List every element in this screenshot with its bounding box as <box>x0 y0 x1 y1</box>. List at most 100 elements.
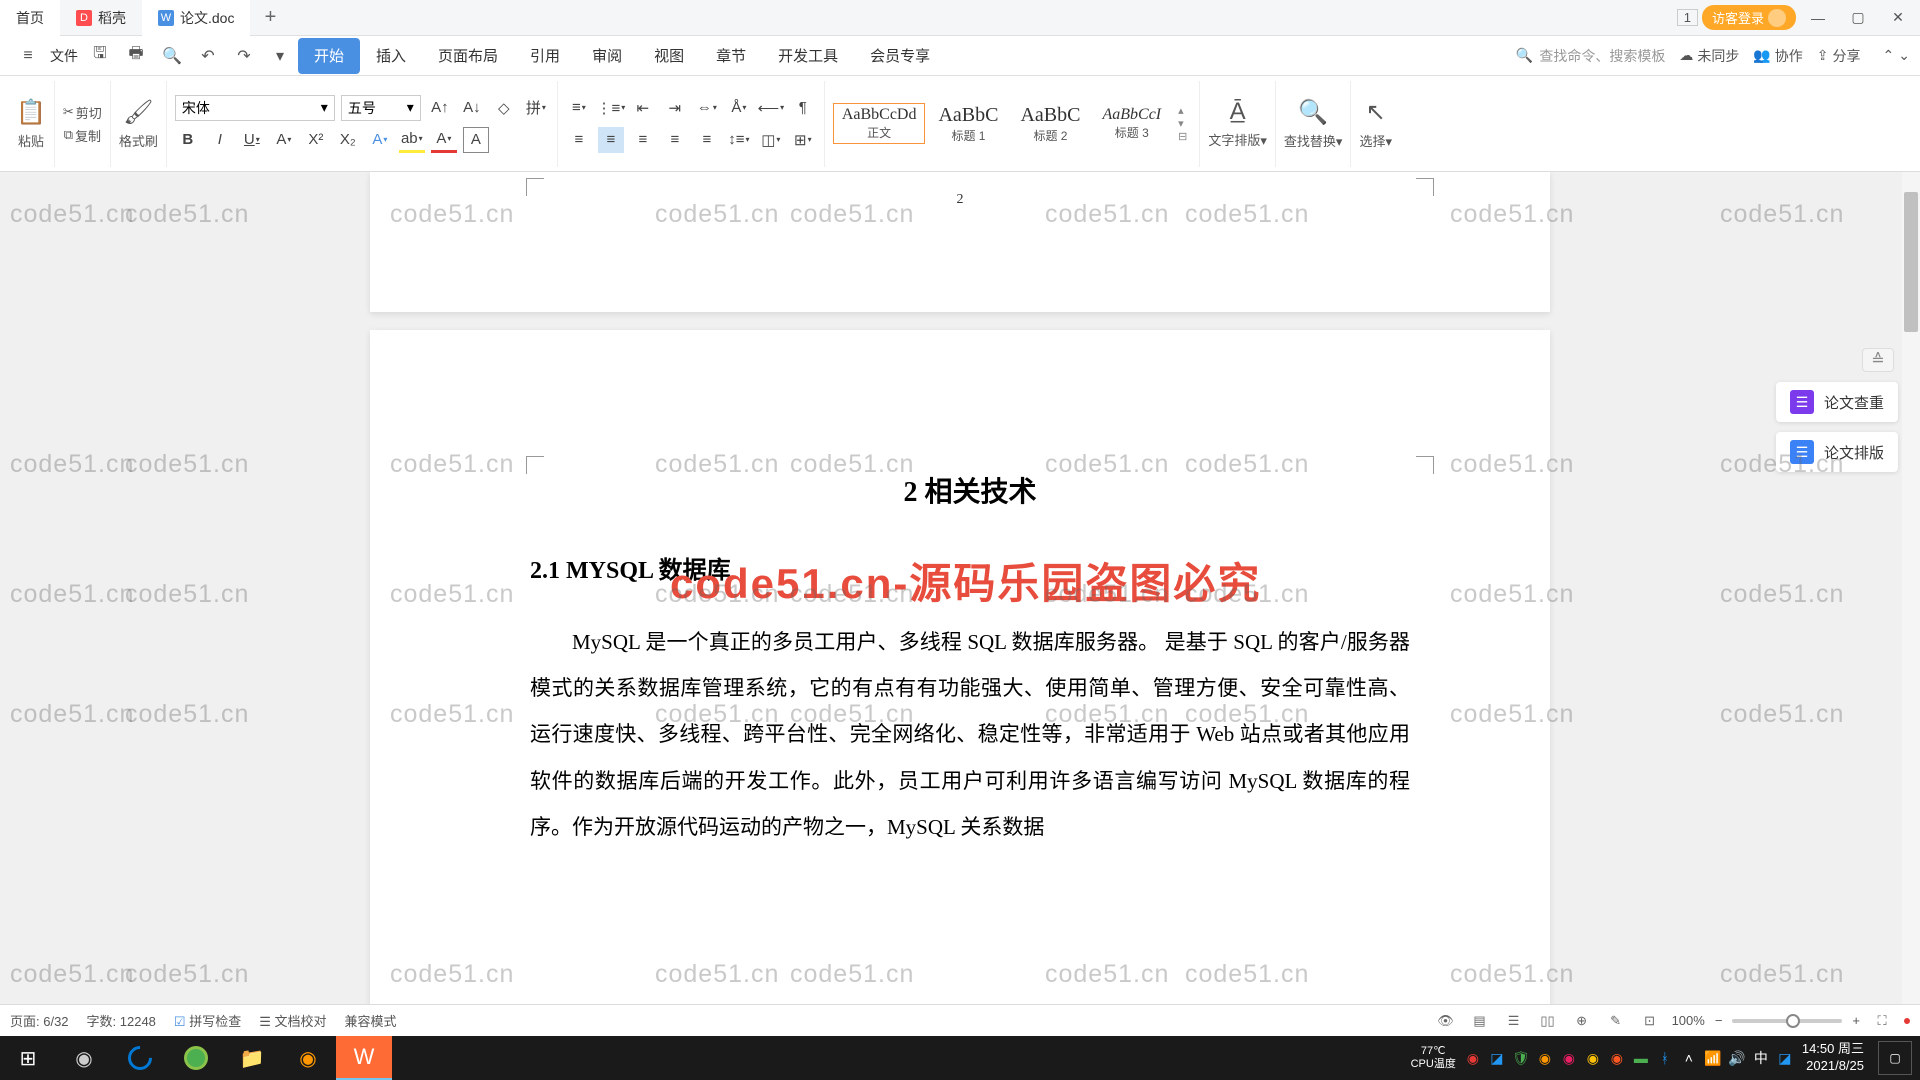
minimize-button[interactable]: — <box>1800 0 1836 36</box>
font-name-select[interactable]: 宋体▾ <box>175 95 335 121</box>
app-button[interactable]: ◉ <box>280 1036 336 1080</box>
document-viewport[interactable]: 2 2 相关技术 2.1 MYSQL 数据库 MySQL 是一个真正的多员工用户… <box>0 172 1920 1036</box>
tab-docer[interactable]: D 稻壳 <box>60 0 142 36</box>
save-icon[interactable]: 🖫 <box>82 38 118 74</box>
fullscreen-icon[interactable]: ⛶ <box>1870 1009 1894 1033</box>
style-heading3[interactable]: AaBbCcI 标题 3 <box>1093 103 1170 144</box>
hamburger-icon[interactable]: ≡ <box>10 38 46 74</box>
status-wordcount[interactable]: 字数: 12248 <box>87 1011 156 1030</box>
font-size-select[interactable]: 五号▾ <box>341 95 421 121</box>
close-button[interactable]: ✕ <box>1880 0 1916 36</box>
style-scroll-down[interactable]: ▾ <box>1178 117 1187 130</box>
align-center-button[interactable]: ≡ <box>598 127 624 153</box>
ie-button[interactable] <box>112 1036 168 1080</box>
doc-paragraph[interactable]: MySQL 是一个真正的多员工用户、多线程 SQL 数据库服务器。 是基于 SQ… <box>530 619 1410 850</box>
tab-button[interactable]: Å <box>726 95 752 121</box>
italic-button[interactable]: I <box>207 127 233 153</box>
tray-icon[interactable]: ◉ <box>1536 1049 1554 1067</box>
decrease-indent-button[interactable]: ⇤ <box>630 95 656 121</box>
number-list-button[interactable]: ⋮≡ <box>598 95 624 121</box>
style-heading1[interactable]: AaBbC 标题 1 <box>929 101 1007 147</box>
menu-devtools[interactable]: 开发工具 <box>762 38 854 74</box>
collab-button[interactable]: 👥 协作 <box>1753 46 1802 66</box>
ribbon-expand-icon[interactable]: ⌄ <box>1898 47 1910 64</box>
undo-icon[interactable]: ↶ <box>190 38 226 74</box>
phonetic-button[interactable]: 拼 <box>523 95 549 121</box>
tray-icon[interactable]: ◉ <box>1584 1049 1602 1067</box>
text-layout-button[interactable]: 文字排版▾ <box>1208 130 1267 149</box>
shading-button[interactable]: ◫ <box>758 127 784 153</box>
more-qat-icon[interactable]: ▾ <box>262 38 298 74</box>
highlight-button[interactable]: ab <box>399 127 425 153</box>
subscript-button[interactable]: X₂ <box>335 127 361 153</box>
copy-button[interactable]: ⧉复制 <box>64 126 101 145</box>
tray-icon[interactable]: ▬ <box>1632 1049 1650 1067</box>
fit-width-icon[interactable]: ⊡ <box>1638 1009 1662 1033</box>
underline-button[interactable]: U <box>239 127 265 153</box>
vertical-scrollbar[interactable] <box>1902 172 1920 1036</box>
align-right-button[interactable]: ≡ <box>630 127 656 153</box>
action-center-button[interactable]: ▢ <box>1878 1041 1912 1075</box>
start-button[interactable]: ⊞ <box>0 1036 56 1080</box>
status-proofread[interactable]: ☰ 文档校对 <box>259 1011 326 1030</box>
zoom-out-button[interactable]: − <box>1715 1013 1723 1028</box>
wps-button[interactable]: W <box>336 1036 392 1080</box>
menu-view[interactable]: 视图 <box>638 38 700 74</box>
bluetooth-icon[interactable]: ᚼ <box>1656 1049 1674 1067</box>
tray-expand-icon[interactable]: ˄ <box>1680 1049 1698 1067</box>
char-border-button[interactable]: A <box>463 127 489 153</box>
menu-start[interactable]: 开始 <box>298 38 360 74</box>
file-menu[interactable]: 文件 <box>50 46 78 66</box>
wifi-icon[interactable]: 📶 <box>1704 1049 1722 1067</box>
outline-view-icon[interactable]: ☰ <box>1502 1009 1526 1033</box>
bullet-list-button[interactable]: ≡ <box>566 95 592 121</box>
doc-heading-chapter[interactable]: 2 相关技术 <box>530 470 1410 510</box>
strikethrough-button[interactable]: A <box>271 127 297 153</box>
tray-icon[interactable]: ◉ <box>1560 1049 1578 1067</box>
select-button[interactable]: 选择▾ <box>1359 131 1392 150</box>
tab-home[interactable]: 首页 <box>0 0 60 36</box>
system-tray[interactable]: ◉ ◪ 🛡 ◉ ◉ ◉ ◉ ▬ ᚼ ˄ 📶 🔊 中 ◪ <box>1464 1049 1794 1067</box>
format-painter-button[interactable]: 格式刷 <box>119 131 158 150</box>
sort-button[interactable]: ⟵ <box>758 95 784 121</box>
style-heading2[interactable]: AaBbC 标题 2 <box>1011 101 1089 147</box>
ime-indicator[interactable]: 中 <box>1752 1049 1770 1067</box>
line-spacing-button[interactable]: ↕≡ <box>726 127 752 153</box>
align-justify-button[interactable]: ≡ <box>662 127 688 153</box>
eye-icon[interactable]: 👁 <box>1434 1009 1458 1033</box>
new-tab-button[interactable]: + <box>250 6 290 29</box>
style-scroll-up[interactable]: ▴ <box>1178 104 1187 117</box>
ribbon-collapse-icon[interactable]: ⌃ <box>1883 47 1895 64</box>
tray-icon[interactable]: ◪ <box>1488 1049 1506 1067</box>
preview-icon[interactable]: 🔍 <box>154 38 190 74</box>
clock[interactable]: 14:50 周三 2021/8/25 <box>1802 1041 1864 1075</box>
find-replace-button[interactable]: 查找替换▾ <box>1284 131 1343 150</box>
command-search[interactable]: 🔍 查找命令、搜索模板 <box>1516 46 1665 66</box>
grow-font-button[interactable]: A↑ <box>427 95 453 121</box>
tray-icon[interactable]: ◪ <box>1776 1049 1794 1067</box>
print-icon[interactable]: 🖶 <box>118 38 154 74</box>
tray-icon[interactable]: ◉ <box>1608 1049 1626 1067</box>
window-indicator[interactable]: 1 <box>1677 9 1698 26</box>
char-scale-button[interactable]: ⇔ <box>694 95 720 121</box>
sync-status[interactable]: ☁ 未同步 <box>1679 46 1739 66</box>
zoom-in-button[interactable]: + <box>1852 1013 1860 1028</box>
redo-icon[interactable]: ↷ <box>226 38 262 74</box>
menu-layout[interactable]: 页面布局 <box>422 38 514 74</box>
font-color-button[interactable]: A <box>431 127 457 153</box>
menu-chapter[interactable]: 章节 <box>700 38 762 74</box>
menu-reference[interactable]: 引用 <box>514 38 576 74</box>
border-button[interactable]: ⊞ <box>790 127 816 153</box>
web-view-icon[interactable]: ⊕ <box>1570 1009 1594 1033</box>
maximize-button[interactable]: ▢ <box>1840 0 1876 36</box>
menu-insert[interactable]: 插入 <box>360 38 422 74</box>
superscript-button[interactable]: X² <box>303 127 329 153</box>
paper-check-button[interactable]: ☰ 论文查重 <box>1776 382 1898 422</box>
tray-icon[interactable]: 🛡 <box>1512 1049 1530 1067</box>
volume-icon[interactable]: 🔊 <box>1728 1049 1746 1067</box>
explorer-button[interactable]: 📁 <box>224 1036 280 1080</box>
tray-icon[interactable]: ◉ <box>1464 1049 1482 1067</box>
show-marks-button[interactable]: ¶ <box>790 95 816 121</box>
login-button[interactable]: 访客登录 <box>1702 5 1796 30</box>
paper-layout-button[interactable]: ☰ 论文排版 <box>1776 432 1898 472</box>
